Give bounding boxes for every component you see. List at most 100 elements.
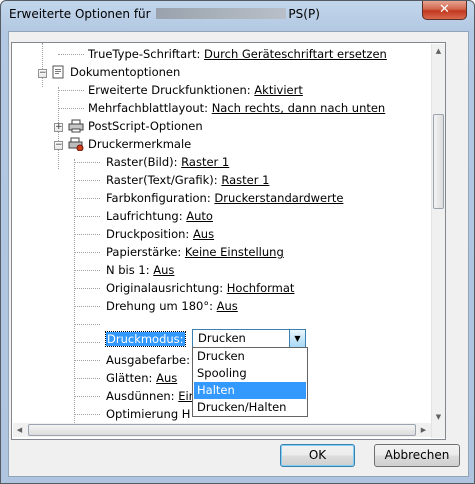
tree-item-mehrfachblattlayout[interactable]: Mehrfachblattlayout: Nach rechts, dann n… [88, 99, 385, 117]
option-value[interactable]: Auto [186, 209, 213, 223]
tree-line [74, 288, 100, 289]
collapse-icon[interactable]: − [54, 141, 63, 150]
druckmodus-label: Druckmodus: [105, 331, 186, 347]
option-label: Optimierung H [106, 407, 191, 421]
tree-item-dokumentoptionen[interactable]: Dokumentoptionen [70, 63, 180, 81]
option-label: Raster(Bild): [106, 155, 178, 169]
dropdown-option-drucken-halten[interactable]: Drucken/Halten [194, 399, 306, 416]
tree-line [74, 342, 100, 343]
vertical-scroll-thumb[interactable] [433, 114, 444, 209]
option-label: Druckposition: [106, 227, 190, 241]
option-label: Ausdünnen: [106, 389, 175, 403]
tree-item-glaetten[interactable]: Glätten: Aus [106, 369, 177, 387]
tree-line [74, 270, 100, 271]
option-label: Ausgabefarbe: [106, 353, 190, 367]
option-label: Drehung um 180°: [106, 299, 213, 313]
node-label: Dokumentoptionen [70, 65, 181, 79]
horizontal-scroll-thumb[interactable] [28, 424, 416, 436]
option-value[interactable]: Aus [156, 371, 177, 385]
vertical-scrollbar[interactable]: ▲ ▼ [431, 44, 445, 438]
cancel-button[interactable]: Abbrechen [374, 444, 460, 467]
tree-item-drehung[interactable]: Drehung um 180°: Aus [106, 297, 238, 315]
postscript-icon [68, 119, 84, 133]
tree-line [74, 396, 100, 397]
scroll-up-icon[interactable]: ▲ [432, 44, 445, 58]
horizontal-scrollbar[interactable]: ◀ ▶ [13, 423, 431, 437]
tree-line [74, 162, 100, 163]
tree-item-druckermerkmale[interactable]: Druckermerkmale [88, 135, 191, 153]
ok-button[interactable]: OK [280, 444, 355, 467]
tree-item-originalausrichtung[interactable]: Originalausrichtung: Hochformat [106, 279, 294, 297]
tree-line [74, 378, 100, 379]
tree-item-laufrichtung[interactable]: Laufrichtung: Auto [106, 207, 213, 225]
scroll-left-icon[interactable]: ◀ [13, 423, 26, 437]
scroll-down-icon[interactable]: ▼ [432, 410, 445, 424]
close-icon: ✕ [439, 2, 450, 17]
tree-line [74, 306, 100, 307]
option-label: N bis 1: [106, 263, 150, 277]
tree-item-druckmodus[interactable]: Druckmodus: [105, 330, 186, 348]
option-value[interactable]: Aus [217, 299, 238, 313]
tree-line [74, 414, 100, 415]
option-value[interactable]: Aus [153, 263, 174, 277]
tree-line [74, 159, 75, 429]
option-label: Erweiterte Druckfunktionen: [88, 83, 251, 97]
tree-item-papierstaerke[interactable]: Papierstärke: Keine Einstellung [106, 243, 284, 261]
option-label: Papierstärke: [106, 245, 182, 259]
druckmodus-dropdown-list: Drucken Spooling Halten Drucken/Halten [192, 347, 308, 417]
title-prefix: Erweiterte Optionen für [9, 7, 151, 21]
option-value[interactable]: Druckerstandardwerte [214, 191, 343, 205]
scroll-right-icon[interactable]: ▶ [417, 423, 430, 437]
option-value[interactable]: Hochformat [227, 281, 295, 295]
tree-line [42, 43, 43, 87]
tree-item-truetype[interactable]: TrueType-Schriftart: Durch Geräteschrift… [88, 45, 387, 63]
tree-item-raster-text[interactable]: Raster(Text/Grafik): Raster 1 [106, 171, 269, 189]
tree-item-optimierung[interactable]: Optimierung H [106, 405, 190, 423]
options-tree[interactable]: TrueType-Schriftart: Durch Geräteschrift… [11, 42, 446, 440]
option-value[interactable]: Aktiviert [254, 83, 303, 97]
tree-line [58, 90, 84, 91]
option-value[interactable]: Durch Geräteschriftart ersetzen [204, 47, 387, 61]
tree-item-erweiterte-druckfunktionen[interactable]: Erweiterte Druckfunktionen: Aktiviert [88, 81, 303, 99]
option-value[interactable]: Raster 1 [221, 173, 269, 187]
tree-item-raster-bild[interactable]: Raster(Bild): Raster 1 [106, 153, 229, 171]
druckmodus-combobox[interactable]: Drucken ▼ [192, 329, 306, 348]
option-value[interactable]: Nach rechts, dann nach unten [212, 101, 386, 115]
tree-line [58, 54, 84, 55]
close-button[interactable]: ✕ [422, 1, 467, 20]
option-value[interactable]: Keine Einstellung [185, 245, 284, 259]
tree-item-farbkonfiguration[interactable]: Farbkonfiguration: Druckerstandardwerte [106, 189, 343, 207]
tree-line [74, 324, 100, 325]
combobox-value: Drucken [198, 331, 246, 345]
option-label: Glätten: [106, 371, 153, 385]
option-value[interactable]: Raster 1 [181, 155, 229, 169]
tree-line [74, 198, 100, 199]
printer-features-icon [68, 137, 84, 151]
tree-item-ausduennen[interactable]: Ausdünnen: Ein [106, 387, 196, 405]
title-suffix: PS(P) [288, 7, 320, 21]
option-value[interactable]: Aus [193, 227, 214, 241]
tree-line [74, 180, 100, 181]
tree-item-n-bis-1[interactable]: N bis 1: Aus [106, 261, 174, 279]
dialog-client: TrueType-Schriftart: Durch Geräteschrift… [8, 31, 469, 477]
tree-item-ausgabefarbe[interactable]: Ausgabefarbe: [106, 351, 190, 369]
option-label: Laufrichtung: [106, 209, 183, 223]
node-label: PostScript-Optionen [88, 119, 203, 133]
option-label: TrueType-Schriftart: [88, 47, 201, 61]
tree-line [74, 234, 100, 235]
dropdown-option-drucken[interactable]: Drucken [194, 348, 306, 365]
tree-item-postscript-optionen[interactable]: PostScript-Optionen [88, 117, 203, 135]
chevron-down-icon[interactable]: ▼ [289, 330, 305, 347]
option-label: Originalausrichtung: [106, 281, 224, 295]
window-title: Erweiterte Optionen für PS(P) [9, 7, 320, 21]
dropdown-option-spooling[interactable]: Spooling [194, 365, 306, 382]
expand-icon[interactable]: + [54, 123, 63, 132]
document-options-icon [52, 65, 64, 79]
tree-line [74, 216, 100, 217]
tree-item-druckposition[interactable]: Druckposition: Aus [106, 225, 214, 243]
redacted-printer-name [156, 8, 287, 19]
option-label: Raster(Text/Grafik): [106, 173, 218, 187]
dropdown-option-halten[interactable]: Halten [194, 382, 306, 399]
title-bar: Erweiterte Optionen für PS(P) ✕ [1, 1, 474, 31]
collapse-icon[interactable]: − [38, 69, 47, 78]
